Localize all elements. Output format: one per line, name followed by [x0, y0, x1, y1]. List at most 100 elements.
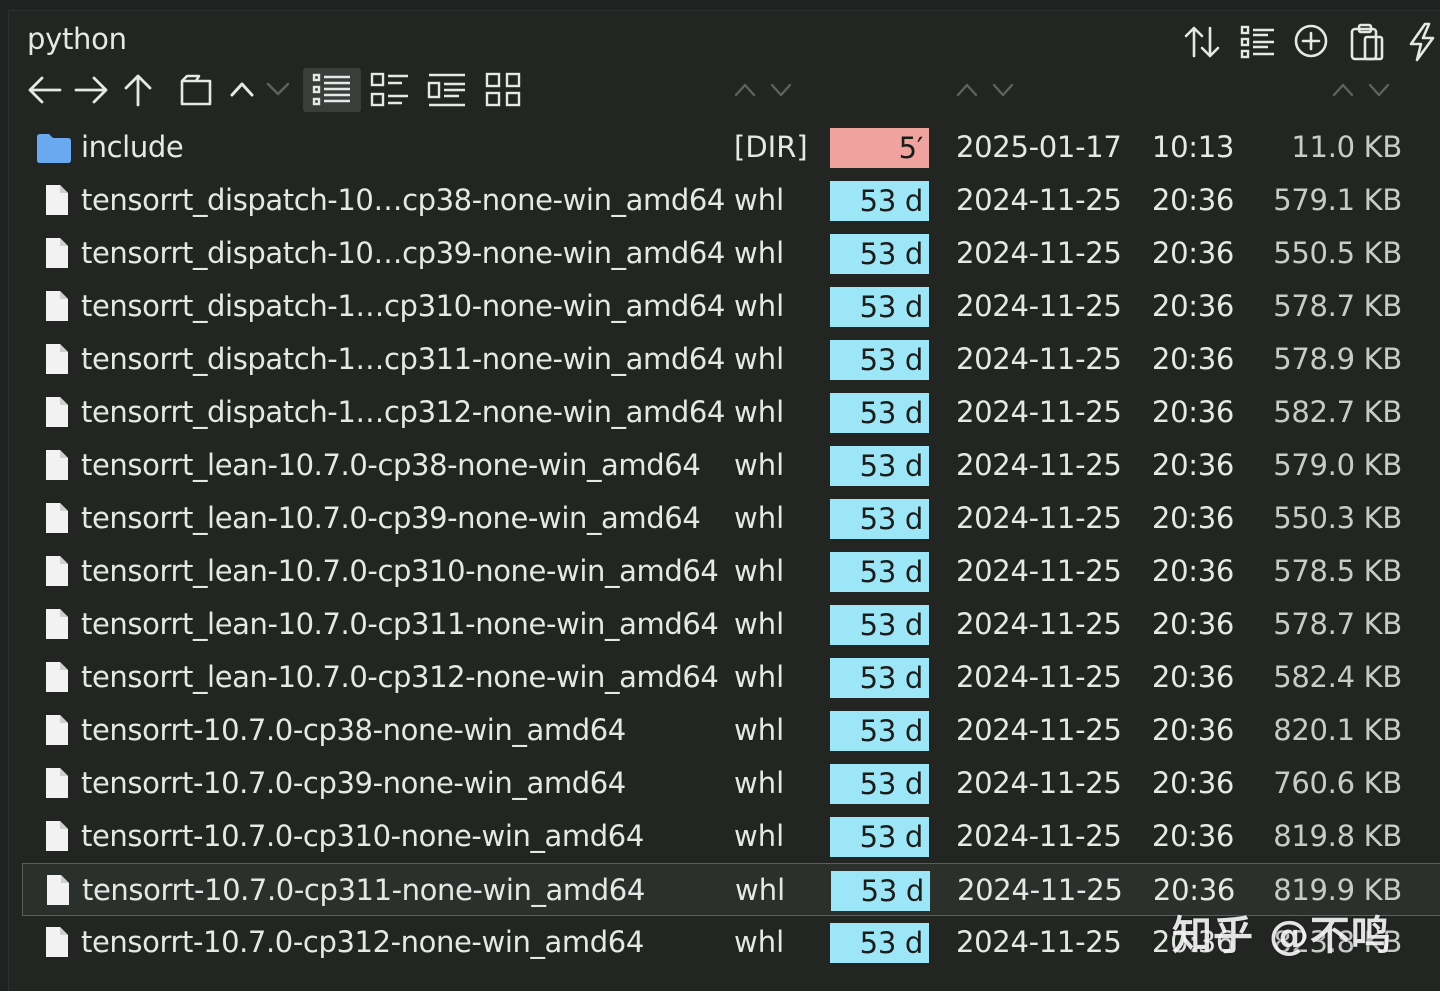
- file-icon: [41, 660, 71, 698]
- modified-date: 2024-11-25: [956, 395, 1122, 429]
- up-arrow-icon[interactable]: [121, 72, 155, 108]
- file-size: 820.1 KB: [1273, 713, 1402, 747]
- modified-time: 10:13: [1151, 130, 1234, 164]
- file-type: whl: [734, 236, 785, 270]
- age-badge: 53 d: [830, 817, 929, 857]
- back-arrow-icon[interactable]: [27, 72, 63, 108]
- age-badge: 53 d: [830, 923, 929, 963]
- folder-row[interactable]: include [DIR] 5′ 2025-01-17 10:13 11.0 KB: [22, 121, 1440, 174]
- modified-date: 2024-11-25: [956, 236, 1122, 270]
- size-column-sort-icon[interactable]: [1331, 80, 1393, 100]
- file-row[interactable]: tensorrt_lean-10.7.0-cp311-none-win_amd6…: [22, 598, 1440, 651]
- type-column-sort-icon[interactable]: [733, 80, 795, 100]
- file-size: 582.7 KB: [1273, 395, 1402, 429]
- file-row[interactable]: tensorrt_dispatch-1…cp312-none-win_amd64…: [22, 386, 1440, 439]
- file-icon: [41, 819, 71, 857]
- file-row[interactable]: tensorrt_dispatch-1…cp311-none-win_amd64…: [22, 333, 1440, 386]
- file-row[interactable]: tensorrt_lean-10.7.0-cp38-none-win_amd64…: [22, 439, 1440, 492]
- modified-time: 20:36: [1151, 660, 1234, 694]
- file-name: tensorrt-10.7.0-cp311-none-win_amd64: [82, 873, 645, 907]
- file-name: tensorrt_lean-10.7.0-cp312-none-win_amd6…: [81, 660, 719, 694]
- file-icon: [41, 607, 71, 645]
- lightning-icon[interactable]: [1405, 22, 1437, 62]
- file-icon: [41, 501, 71, 539]
- grid-view-icon[interactable]: [485, 72, 523, 108]
- age-badge: 53 d: [831, 871, 930, 911]
- file-row[interactable]: tensorrt-10.7.0-cp38-none-win_amd64 whl 53…: [22, 704, 1440, 757]
- age-badge: 53 d: [830, 340, 929, 380]
- file-row[interactable]: tensorrt_lean-10.7.0-cp310-none-win_amd6…: [22, 545, 1440, 598]
- list-options-icon[interactable]: [1240, 24, 1276, 60]
- file-name: include: [81, 130, 184, 164]
- file-name: tensorrt-10.7.0-cp39-none-win_amd64: [81, 766, 626, 800]
- list-view-icon[interactable]: [312, 72, 352, 108]
- age-badge: 5′: [830, 128, 929, 168]
- file-row[interactable]: tensorrt-10.7.0-cp310-none-win_amd64 whl 5…: [22, 810, 1440, 863]
- file-row[interactable]: tensorrt_dispatch-1…cp310-none-win_amd64…: [22, 280, 1440, 333]
- file-row[interactable]: tensorrt_dispatch-10…cp39-none-win_amd64…: [22, 227, 1440, 280]
- modified-date: 2024-11-25: [956, 607, 1122, 641]
- file-type: whl: [735, 873, 786, 907]
- file-type: whl: [734, 819, 785, 853]
- file-icon: [41, 236, 71, 274]
- file-row[interactable]: tensorrt_dispatch-10…cp38-none-win_amd64…: [22, 174, 1440, 227]
- file-name: tensorrt-10.7.0-cp310-none-win_amd64: [81, 819, 644, 853]
- file-type: [DIR]: [734, 130, 808, 164]
- forward-arrow-icon[interactable]: [73, 72, 109, 108]
- modified-date: 2024-11-25: [956, 713, 1122, 747]
- file-type: whl: [734, 289, 785, 323]
- date-column-sort-icon[interactable]: [955, 80, 1017, 100]
- file-icon: [41, 395, 71, 433]
- file-type: whl: [734, 554, 785, 588]
- file-type: whl: [734, 660, 785, 694]
- modified-date: 2024-11-25: [956, 501, 1122, 535]
- age-badge: 53 d: [830, 499, 929, 539]
- sort-icon[interactable]: [1183, 24, 1221, 60]
- file-size: 578.9 KB: [1273, 342, 1402, 376]
- age-badge: 53 d: [830, 658, 929, 698]
- clipboard-icon[interactable]: [1349, 22, 1385, 62]
- file-icon: [41, 766, 71, 804]
- file-size: 550.5 KB: [1273, 236, 1402, 270]
- file-size: 819.8 KB: [1273, 819, 1402, 853]
- file-name: tensorrt_lean-10.7.0-cp311-none-win_amd6…: [81, 607, 719, 641]
- file-type: whl: [734, 713, 785, 747]
- modified-date: 2024-11-25: [956, 554, 1122, 588]
- file-type: whl: [734, 501, 785, 535]
- file-row[interactable]: tensorrt_lean-10.7.0-cp312-none-win_amd6…: [22, 651, 1440, 704]
- modified-time: 20:36: [1151, 236, 1234, 270]
- file-size: 582.4 KB: [1273, 660, 1402, 694]
- chevron-up-icon[interactable]: [229, 78, 255, 100]
- age-badge: 53 d: [830, 234, 929, 274]
- modified-time: 20:36: [1151, 501, 1234, 535]
- modified-time: 20:36: [1151, 766, 1234, 800]
- file-name: tensorrt_lean-10.7.0-cp39-none-win_amd64: [81, 501, 701, 535]
- new-tab-icon[interactable]: [179, 73, 213, 107]
- file-icon: [41, 713, 71, 751]
- file-name: tensorrt_dispatch-1…cp310-none-win_amd64: [81, 289, 725, 323]
- tree-view-icon[interactable]: [427, 72, 467, 108]
- file-size: 579.0 KB: [1273, 448, 1402, 482]
- file-size: 578.7 KB: [1273, 289, 1402, 323]
- add-circle-icon[interactable]: [1293, 23, 1329, 59]
- modified-date: 2024-11-25: [956, 660, 1122, 694]
- file-name: tensorrt-10.7.0-cp312-none-win_amd64: [81, 925, 644, 959]
- detail-view-icon[interactable]: [370, 72, 410, 108]
- chevron-down-icon[interactable]: [265, 78, 291, 100]
- modified-time: 20:36: [1151, 395, 1234, 429]
- modified-date: 2024-11-25: [956, 819, 1122, 853]
- age-badge: 53 d: [830, 711, 929, 751]
- file-row[interactable]: tensorrt-10.7.0-cp39-none-win_amd64 whl 53…: [22, 757, 1440, 810]
- file-name: tensorrt_lean-10.7.0-cp38-none-win_amd64: [81, 448, 701, 482]
- file-type: whl: [734, 395, 785, 429]
- file-name: tensorrt_dispatch-1…cp311-none-win_amd64: [81, 342, 725, 376]
- modified-date: 2024-11-25: [956, 342, 1122, 376]
- file-icon: [42, 873, 72, 911]
- modified-date: 2024-11-25: [956, 448, 1122, 482]
- modified-date: 2024-11-25: [957, 873, 1123, 907]
- file-size: 579.1 KB: [1273, 183, 1402, 217]
- file-row[interactable]: tensorrt_lean-10.7.0-cp39-none-win_amd64…: [22, 492, 1440, 545]
- file-icon: [41, 183, 71, 221]
- modified-time: 20:36: [1151, 554, 1234, 588]
- file-icon: [41, 342, 71, 380]
